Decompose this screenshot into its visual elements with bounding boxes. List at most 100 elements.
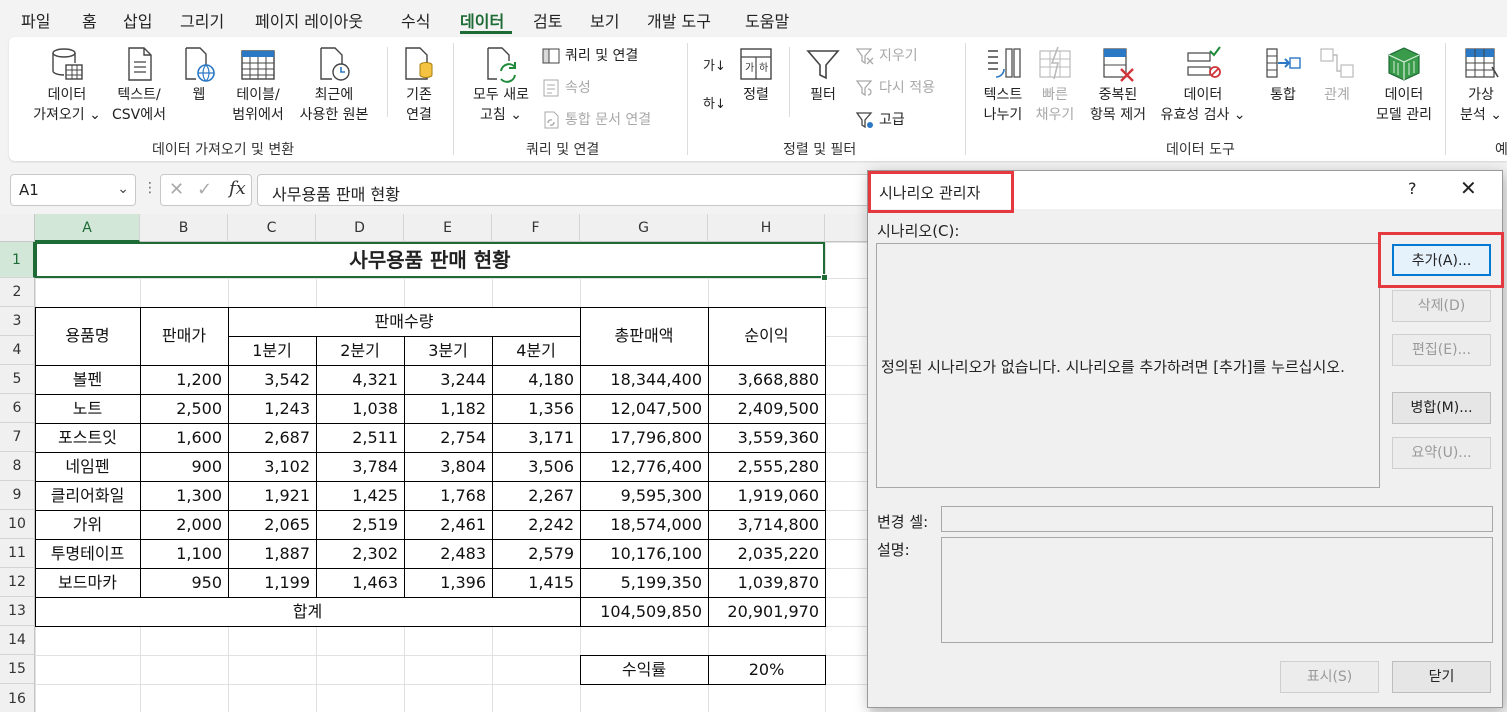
data-cell[interactable]: 2,754 bbox=[404, 423, 492, 452]
chevron-down-icon[interactable]: ⌄ bbox=[117, 181, 129, 197]
margin-label-cell[interactable]: 수익률 bbox=[580, 655, 708, 684]
menu-developer[interactable]: 개발 도구 bbox=[647, 8, 711, 32]
properties-button[interactable]: 속성 bbox=[541, 76, 591, 100]
advanced-filter-button[interactable]: 고급 bbox=[855, 108, 905, 132]
data-cell[interactable]: 12,047,500 bbox=[580, 394, 708, 423]
row-header-3[interactable]: 3 bbox=[0, 307, 35, 336]
data-cell[interactable]: 3,171 bbox=[492, 423, 580, 452]
header-quantity[interactable]: 판매수량 bbox=[228, 307, 580, 336]
row-header-16[interactable]: 16 bbox=[0, 684, 35, 712]
data-cell[interactable]: 3,559,360 bbox=[708, 423, 825, 452]
data-cell[interactable]: 17,796,800 bbox=[580, 423, 708, 452]
data-cell[interactable]: 10,176,100 bbox=[580, 539, 708, 568]
add-button[interactable]: 추가(A)... bbox=[1392, 244, 1491, 276]
data-cell[interactable]: 3,784 bbox=[316, 452, 404, 481]
data-cell[interactable]: 900 bbox=[140, 452, 228, 481]
data-cell[interactable]: 3,804 bbox=[404, 452, 492, 481]
help-icon[interactable]: ? bbox=[1408, 179, 1417, 198]
header-net-profit[interactable]: 순이익 bbox=[708, 307, 825, 365]
merge-button[interactable]: 병합(M)... bbox=[1392, 392, 1491, 424]
data-cell[interactable]: 1,243 bbox=[228, 394, 316, 423]
data-cell[interactable]: 가위 bbox=[35, 510, 140, 539]
row-header-13[interactable]: 13 bbox=[0, 597, 35, 626]
menu-draw[interactable]: 그리기 bbox=[180, 8, 224, 32]
summary-button[interactable]: 요약(U)... bbox=[1392, 437, 1491, 469]
data-cell[interactable]: 4,321 bbox=[316, 365, 404, 394]
menu-formulas[interactable]: 수식 bbox=[401, 8, 430, 32]
data-cell[interactable]: 3,714,800 bbox=[708, 510, 825, 539]
show-button[interactable]: 표시(S) bbox=[1280, 661, 1379, 693]
data-cell[interactable]: 12,776,400 bbox=[580, 452, 708, 481]
data-cell[interactable]: 2,579 bbox=[492, 539, 580, 568]
data-cell[interactable]: 클리어화일 bbox=[35, 481, 140, 510]
column-header-f[interactable]: F bbox=[492, 214, 580, 242]
recent-sources-button[interactable]: 최근에 사용한 원본 bbox=[292, 45, 376, 125]
total-label-cell[interactable]: 합계 bbox=[35, 597, 580, 626]
data-cell[interactable]: 2,483 bbox=[404, 539, 492, 568]
data-cell[interactable]: 1,182 bbox=[404, 394, 492, 423]
column-header-a[interactable]: A bbox=[35, 214, 140, 242]
get-data-button[interactable]: 데이터 가져오기 ⌄ bbox=[25, 45, 109, 125]
data-cell[interactable]: 18,344,400 bbox=[580, 365, 708, 394]
flash-fill-button[interactable]: 빠른 채우기 bbox=[1033, 45, 1077, 125]
data-cell[interactable]: 1,300 bbox=[140, 481, 228, 510]
data-cell[interactable]: 1,887 bbox=[228, 539, 316, 568]
data-cell[interactable]: 1,463 bbox=[316, 568, 404, 597]
from-web-button[interactable]: 웹 bbox=[179, 45, 219, 105]
data-cell[interactable]: 4,180 bbox=[492, 365, 580, 394]
select-all-corner[interactable] bbox=[0, 214, 35, 242]
cancel-icon[interactable]: ✕ bbox=[169, 179, 184, 200]
data-cell[interactable]: 18,574,000 bbox=[580, 510, 708, 539]
menu-page-layout[interactable]: 페이지 레이아웃 bbox=[255, 8, 363, 32]
name-box[interactable]: A1 ⌄ bbox=[10, 174, 136, 206]
total-profit-cell[interactable]: 20,901,970 bbox=[708, 597, 825, 626]
data-cell[interactable]: 2,461 bbox=[404, 510, 492, 539]
row-header-5[interactable]: 5 bbox=[0, 365, 35, 394]
data-cell[interactable]: 950 bbox=[140, 568, 228, 597]
consolidate-button[interactable]: 통합 bbox=[1261, 45, 1305, 105]
from-table-range-button[interactable]: 테이블/ 범위에서 bbox=[227, 45, 289, 125]
title-cell-a1[interactable]: 사무용품 판매 현황 bbox=[35, 242, 825, 278]
clear-filter-button[interactable]: 지우기 bbox=[855, 44, 918, 68]
header-q2[interactable]: 2분기 bbox=[316, 336, 404, 365]
menu-home[interactable]: 홈 bbox=[82, 8, 97, 32]
data-model-button[interactable]: 데이터 모델 관리 bbox=[1369, 45, 1439, 125]
header-total-sales[interactable]: 총판매액 bbox=[580, 307, 708, 365]
row-header-9[interactable]: 9 bbox=[0, 481, 35, 510]
sort-button[interactable]: 가 하 정렬 bbox=[731, 45, 781, 105]
menu-help[interactable]: 도움말 bbox=[745, 8, 789, 32]
row-header-2[interactable]: 2 bbox=[0, 278, 35, 307]
insert-function-button[interactable]: fx bbox=[229, 178, 246, 199]
data-cell[interactable]: 3,102 bbox=[228, 452, 316, 481]
more-options-icon[interactable]: ⋮ bbox=[143, 180, 157, 196]
row-header-10[interactable]: 10 bbox=[0, 510, 35, 539]
row-header-15[interactable]: 15 bbox=[0, 655, 35, 684]
scenarios-list[interactable]: 정의된 시나리오가 없습니다. 시나리오를 추가하려면 [추가]를 누르십시오. bbox=[876, 243, 1380, 488]
row-header-8[interactable]: 8 bbox=[0, 452, 35, 481]
delete-button[interactable]: 삭제(D) bbox=[1392, 290, 1491, 322]
column-header-g[interactable]: G bbox=[580, 214, 708, 242]
row-header-14[interactable]: 14 bbox=[0, 626, 35, 655]
data-cell[interactable]: 1,200 bbox=[140, 365, 228, 394]
data-cell[interactable]: 2,409,500 bbox=[708, 394, 825, 423]
queries-connections-button[interactable]: 쿼리 및 연결 bbox=[541, 44, 638, 68]
data-cell[interactable]: 3,668,880 bbox=[708, 365, 825, 394]
reapply-button[interactable]: 다시 적용 bbox=[855, 76, 935, 100]
header-item-name[interactable]: 용품명 bbox=[35, 307, 140, 365]
existing-connections-button[interactable]: 기존 연결 bbox=[397, 45, 441, 125]
data-cell[interactable]: 2,035,220 bbox=[708, 539, 825, 568]
margin-value-cell[interactable]: 20% bbox=[708, 655, 825, 684]
data-cell[interactable]: 3,506 bbox=[492, 452, 580, 481]
row-header-4[interactable]: 4 bbox=[0, 336, 35, 365]
enter-check-icon[interactable]: ✓ bbox=[197, 179, 212, 200]
menu-insert[interactable]: 삽입 bbox=[123, 8, 152, 32]
data-cell[interactable]: 보드마카 bbox=[35, 568, 140, 597]
column-header-d[interactable]: D bbox=[316, 214, 404, 242]
sort-ascending-button[interactable]: 가↓ bbox=[703, 55, 726, 79]
row-header-1[interactable]: 1 bbox=[0, 242, 35, 278]
refresh-all-button[interactable]: 모두 새로 고침 ⌄ bbox=[464, 45, 538, 125]
header-q3[interactable]: 3분기 bbox=[404, 336, 492, 365]
data-cell[interactable]: 2,555,280 bbox=[708, 452, 825, 481]
data-cell[interactable]: 2,500 bbox=[140, 394, 228, 423]
data-cell[interactable]: 볼펜 bbox=[35, 365, 140, 394]
